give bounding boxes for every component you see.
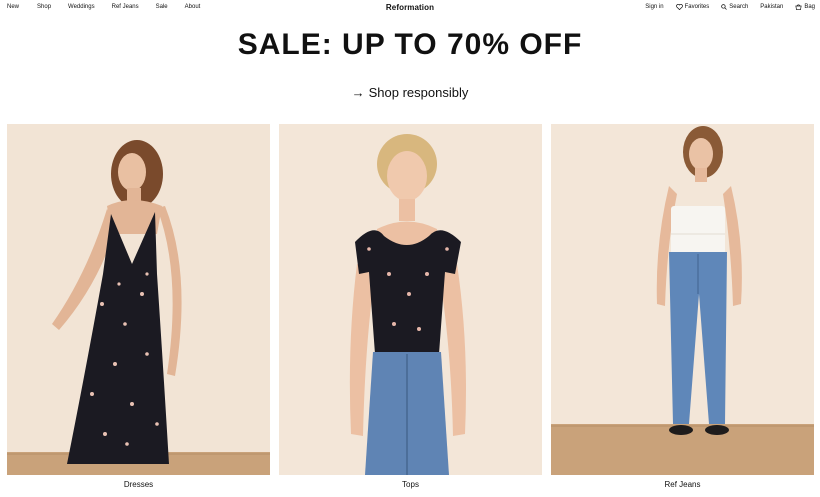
ref-jeans-tile[interactable] <box>551 124 814 475</box>
search-link[interactable]: Search <box>721 4 748 10</box>
tops-photo <box>279 124 542 475</box>
shop-responsibly-label: Shop responsibly <box>368 85 469 100</box>
ref-jeans-photo <box>551 124 814 475</box>
search-icon <box>721 4 728 10</box>
tops-tile[interactable] <box>279 124 542 475</box>
utility-nav: Sign in Favorites Search Pakistan Bag <box>633 4 815 10</box>
bag-label: Bag <box>804 4 815 10</box>
bag-icon <box>795 4 802 10</box>
country-label: Pakistan <box>760 4 784 10</box>
sale-headline: SALE: UP TO 70% OFF <box>237 28 583 61</box>
top-nav: New Shop Weddings Ref Jeans Sale About R… <box>0 0 820 16</box>
tops-caption[interactable]: Tops <box>279 480 542 489</box>
dresses-tile[interactable] <box>7 124 270 475</box>
shop-responsibly-link[interactable]: → Shop responsibly <box>0 85 820 100</box>
dresses-photo <box>7 124 270 475</box>
sign-in-link[interactable]: Sign in <box>645 4 663 10</box>
heart-icon <box>675 4 683 10</box>
favorites-link[interactable]: Favorites <box>675 4 710 10</box>
sign-in-label: Sign in <box>645 4 664 10</box>
search-label: Search <box>729 4 749 10</box>
country-selector[interactable]: Pakistan <box>760 4 783 10</box>
favorites-label: Favorites <box>684 4 710 10</box>
dresses-caption[interactable]: Dresses <box>7 480 270 489</box>
bag-link[interactable]: Bag <box>795 4 815 10</box>
ref-jeans-caption[interactable]: Ref Jeans <box>551 480 814 489</box>
arrow-right-icon: → <box>351 85 365 100</box>
